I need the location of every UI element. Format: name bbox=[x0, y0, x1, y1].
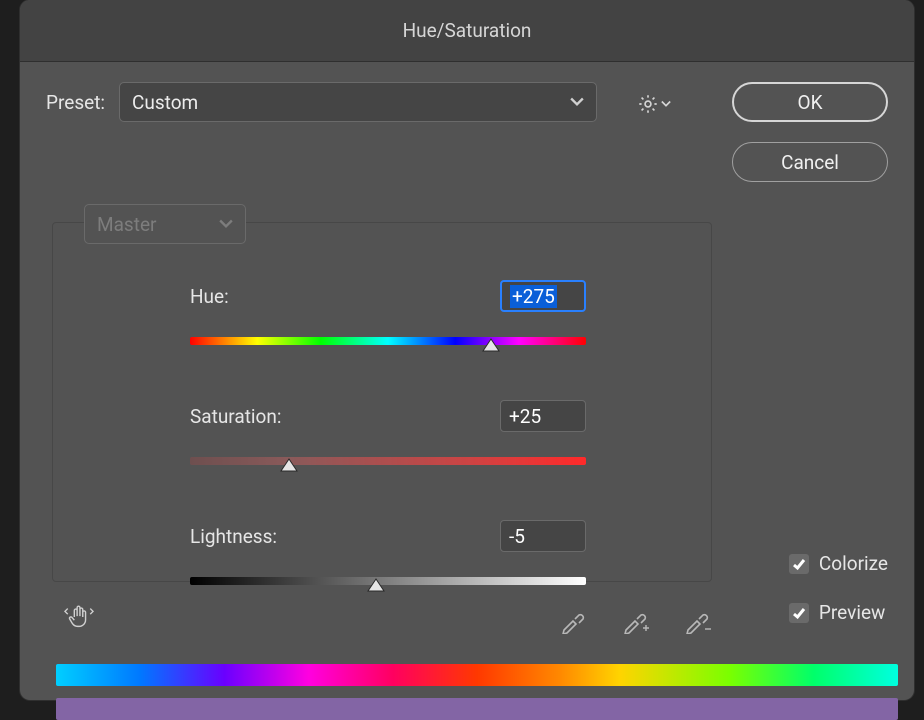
hue-input[interactable]: +275 bbox=[500, 280, 586, 312]
lightness-input[interactable]: -5 bbox=[500, 520, 586, 552]
input-spectrum[interactable] bbox=[56, 664, 898, 686]
hand-scrub-icon bbox=[64, 602, 94, 632]
hue-slider[interactable] bbox=[190, 332, 586, 350]
checkbox-icon bbox=[789, 603, 809, 623]
lightness-label: Lightness: bbox=[190, 525, 277, 548]
saturation-label: Saturation: bbox=[190, 405, 281, 428]
scrubby-tool[interactable] bbox=[64, 602, 94, 637]
hue-row: Hue: +275 bbox=[190, 280, 586, 350]
hue-saturation-dialog: Hue/Saturation Preset: Custom Master bbox=[20, 0, 914, 700]
output-spectrum[interactable] bbox=[56, 698, 898, 720]
slider-thumb[interactable] bbox=[482, 336, 500, 350]
checkbox-icon bbox=[789, 554, 809, 574]
ok-button[interactable]: OK bbox=[732, 82, 888, 122]
preset-label: Preset: bbox=[46, 91, 105, 114]
gear-icon bbox=[637, 93, 659, 115]
preset-value: Custom bbox=[132, 91, 198, 114]
saturation-slider[interactable] bbox=[190, 452, 586, 470]
lightness-value: -5 bbox=[509, 525, 525, 548]
saturation-row: Saturation: +25 bbox=[190, 400, 586, 470]
eyedropper-subtract-tool[interactable] bbox=[684, 606, 712, 639]
hue-label: Hue: bbox=[190, 285, 229, 308]
hue-value: +275 bbox=[510, 285, 557, 308]
colorize-checkbox[interactable]: Colorize bbox=[789, 552, 888, 575]
cancel-button[interactable]: Cancel bbox=[732, 142, 888, 182]
chevron-down-icon bbox=[570, 91, 584, 114]
eyedropper-tool[interactable] bbox=[560, 606, 588, 639]
slider-thumb[interactable] bbox=[280, 456, 298, 470]
sliders-group: Hue: +275 Saturation: +25 bbox=[190, 280, 586, 590]
saturation-track bbox=[190, 457, 586, 465]
slider-thumb[interactable] bbox=[367, 576, 385, 590]
saturation-value: +25 bbox=[509, 405, 541, 428]
chevron-down-icon bbox=[661, 99, 671, 109]
lightness-slider[interactable] bbox=[190, 572, 586, 590]
eyedropper-minus-icon bbox=[684, 606, 712, 634]
eyedropper-plus-icon bbox=[622, 606, 650, 634]
lightness-track bbox=[190, 577, 586, 585]
preset-options-button[interactable] bbox=[637, 93, 671, 115]
hue-track bbox=[190, 337, 586, 345]
titlebar: Hue/Saturation bbox=[20, 0, 914, 62]
eyedropper-group bbox=[560, 606, 712, 639]
color-range-value: Master bbox=[97, 213, 156, 236]
eyedropper-icon bbox=[560, 606, 588, 634]
dialog-buttons: OK Cancel bbox=[732, 82, 888, 182]
checkbox-group: Colorize Preview bbox=[789, 552, 888, 624]
chevron-down-icon bbox=[219, 213, 233, 236]
color-range-select: Master bbox=[84, 204, 246, 244]
dialog-body: Preset: Custom Master bbox=[20, 62, 914, 700]
preview-checkbox[interactable]: Preview bbox=[789, 601, 888, 624]
saturation-input[interactable]: +25 bbox=[500, 400, 586, 432]
eyedropper-add-tool[interactable] bbox=[622, 606, 650, 639]
lightness-row: Lightness: -5 bbox=[190, 520, 586, 590]
spectrum-bars bbox=[56, 664, 898, 720]
preset-select[interactable]: Custom bbox=[119, 82, 597, 122]
dialog-title: Hue/Saturation bbox=[403, 19, 532, 42]
